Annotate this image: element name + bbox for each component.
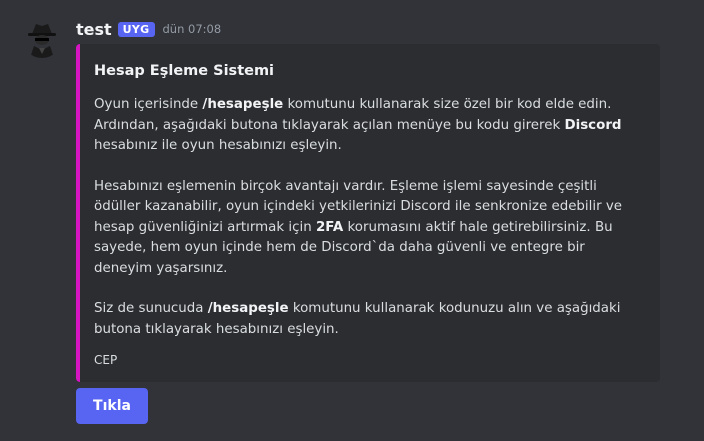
embed-paragraph-1: Oyun içerisinde /hesapeşle komutunu kull… [94,95,646,157]
username[interactable]: test [76,20,112,39]
embed-content: Hesap Eşleme Sistemi Oyun içerisinde /he… [94,61,646,368]
spy-icon [28,24,56,58]
bold-command: /hesapeşle [202,97,284,112]
embed-card: Hesap Eşleme Sistemi Oyun içerisinde /he… [76,44,660,382]
message-header: test UYG dün 07:08 [76,18,221,40]
embed-paragraph-3: Siz de sunucuda /hesapeşle komutunu kull… [94,299,646,340]
embed-title: Hesap Eşleme Sistemi [94,63,275,79]
tikla-button[interactable]: Tıkla [76,388,148,424]
text: hesabınız ile oyun hesabınızı eşleyin. [94,138,342,153]
avatar[interactable] [22,18,62,58]
text: Siz de sunucuda [94,301,208,316]
bold-text: Discord [564,117,622,133]
embed-footer: CEP [94,353,118,367]
bold-command: /hesapeşle [207,301,289,316]
text: Oyun içerisinde [94,97,203,112]
embed-paragraph-2: Hesabınızı eşlemenin birçok avantajı var… [94,177,646,280]
bold-text: 2FA [315,219,344,235]
server-tag-badge[interactable]: UYG [117,21,155,37]
timestamp[interactable]: dün 07:08 [163,22,222,36]
